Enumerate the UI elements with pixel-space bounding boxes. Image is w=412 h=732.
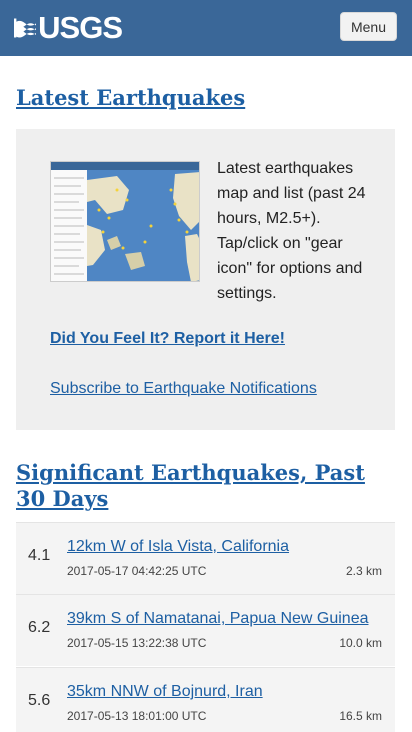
latest-earthquakes-card: Latest earthquakes map and list (past 24… <box>16 129 395 430</box>
usgs-logo[interactable]: USGS <box>14 10 123 45</box>
earthquake-magnitude: 6.2 <box>28 619 51 636</box>
earthquake-place-link[interactable]: 12km W of Isla Vista, California <box>67 538 289 556</box>
earthquake-magnitude: 5.6 <box>28 692 51 709</box>
earthquake-time: 2017-05-15 13:22:38 UTC <box>67 636 207 650</box>
earthquake-place-link[interactable]: 35km NNW of Bojnurd, Iran <box>67 683 263 701</box>
latest-earthquakes-description: Latest earthquakes map and list (past 24… <box>217 160 366 302</box>
thumbnail-list-panel <box>51 170 87 281</box>
earthquake-time: 2017-05-13 18:01:00 UTC <box>67 709 207 723</box>
table-row[interactable]: 4.1 12km W of Isla Vista, California 201… <box>16 522 395 594</box>
earthquake-magnitude: 4.1 <box>28 547 51 564</box>
usgs-wave-icon <box>14 18 37 38</box>
earthquake-depth: 10.0 km <box>339 636 382 650</box>
menu-button[interactable]: Menu <box>340 12 397 41</box>
dyfi-report-link[interactable]: Did You Feel It? Report it Here! <box>50 330 285 348</box>
table-row[interactable]: 6.2 39km S of Namatanai, Papua New Guine… <box>16 594 395 666</box>
earthquake-place-link[interactable]: 39km S of Namatanai, Papua New Guinea <box>67 610 369 628</box>
subscribe-notifications-link[interactable]: Subscribe to Earthquake Notifications <box>50 380 317 398</box>
latest-earthquakes-title[interactable]: Latest Earthquakes <box>16 85 396 111</box>
thumbnail-list-lines <box>54 177 84 275</box>
earthquake-depth: 16.5 km <box>339 709 382 723</box>
earthquake-depth: 2.3 km <box>345 564 382 578</box>
table-row[interactable]: 5.6 35km NNW of Bojnurd, Iran 2017-05-13… <box>16 667 395 732</box>
thumbnail-header-bar <box>51 162 199 170</box>
significant-earthquakes-title[interactable]: Significant Earthquakes, Past 30 Days <box>16 460 396 512</box>
site-header: USGS Menu <box>0 0 412 56</box>
thumbnail-world-map <box>87 170 199 281</box>
earthquake-map-thumbnail[interactable] <box>50 161 200 282</box>
logo-text: USGS <box>38 10 123 45</box>
earthquake-time: 2017-05-17 04:42:25 UTC <box>67 564 207 578</box>
